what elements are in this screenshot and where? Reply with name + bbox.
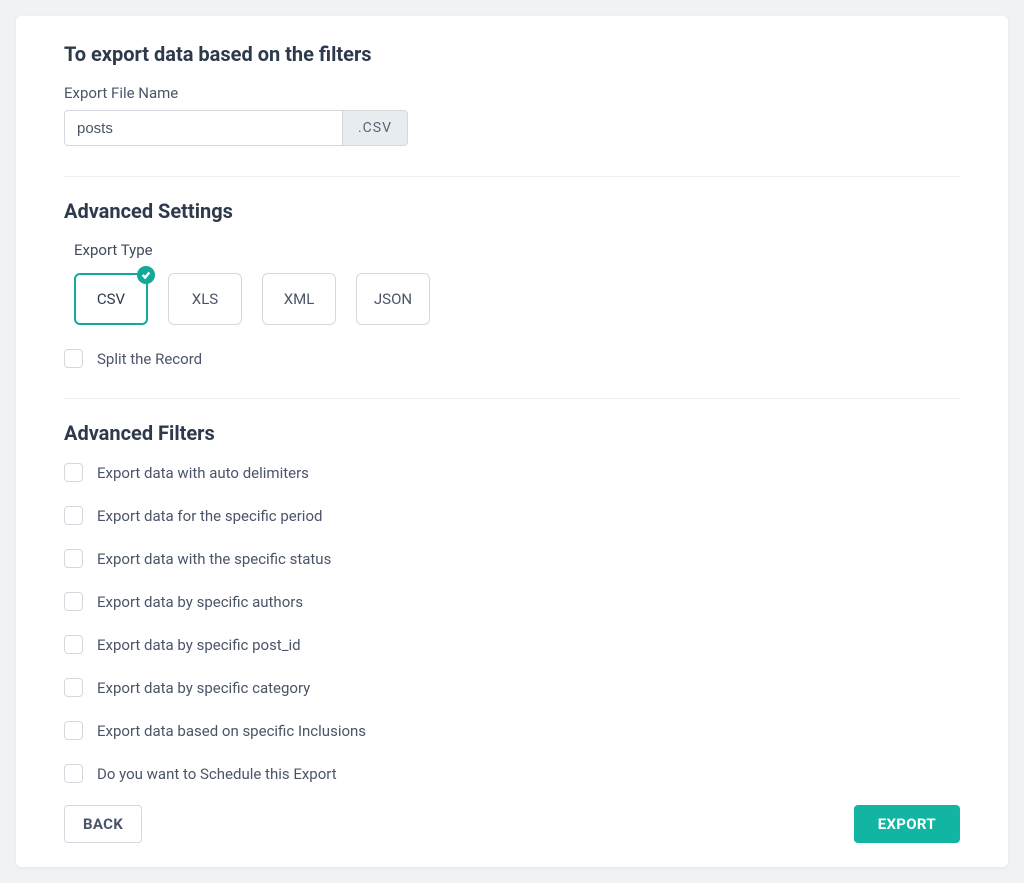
file-name-label: Export File Name xyxy=(64,84,960,102)
split-record-row: Split the Record xyxy=(64,349,960,368)
filter-label: Export data with auto delimiters xyxy=(97,464,309,482)
page-frame: To export data based on the filters Expo… xyxy=(8,8,1016,875)
filter-checkbox[interactable] xyxy=(64,721,83,740)
filters-list: Export data with auto delimiters Export d… xyxy=(64,463,960,783)
filter-checkbox[interactable] xyxy=(64,549,83,568)
file-extension-badge: .CSV xyxy=(342,110,408,146)
filter-label: Export data by specific category xyxy=(97,679,310,697)
page-title: To export data based on the filters xyxy=(64,42,960,66)
export-type-label: JSON xyxy=(374,290,412,308)
filter-label: Export data by specific post_id xyxy=(97,636,301,654)
advanced-filters-title: Advanced Filters xyxy=(64,421,960,445)
split-record-label: Split the Record xyxy=(97,350,202,368)
filter-checkbox[interactable] xyxy=(64,592,83,611)
export-type-label: Export Type xyxy=(74,241,960,259)
export-type-row: CSV XLS XML JSON xyxy=(64,273,960,325)
divider xyxy=(64,176,960,177)
divider xyxy=(64,398,960,399)
filter-row: Export data for the specific period xyxy=(64,506,960,525)
export-type-xml[interactable]: XML xyxy=(262,273,336,325)
filter-label: Do you want to Schedule this Export xyxy=(97,765,337,783)
filter-row: Export data by specific category xyxy=(64,678,960,697)
filter-checkbox[interactable] xyxy=(64,506,83,525)
filter-checkbox[interactable] xyxy=(64,635,83,654)
filter-checkbox[interactable] xyxy=(64,463,83,482)
file-name-row: .CSV xyxy=(64,110,408,146)
advanced-settings-title: Advanced Settings xyxy=(64,199,960,223)
filter-row: Do you want to Schedule this Export xyxy=(64,764,960,783)
filter-label: Export data for the specific period xyxy=(97,507,322,525)
export-button[interactable]: EXPORT xyxy=(854,805,960,843)
footer-bar: BACK EXPORT xyxy=(64,805,960,843)
filter-label: Export data with the specific status xyxy=(97,550,331,568)
export-type-xls[interactable]: XLS xyxy=(168,273,242,325)
export-type-label: XLS xyxy=(192,290,218,308)
filter-row: Export data with the specific status xyxy=(64,549,960,568)
filter-row: Export data based on specific Inclusions xyxy=(64,721,960,740)
filter-row: Export data with auto delimiters xyxy=(64,463,960,482)
export-type-json[interactable]: JSON xyxy=(356,273,430,325)
split-record-checkbox[interactable] xyxy=(64,349,83,368)
file-name-input[interactable] xyxy=(64,110,342,146)
filter-row: Export data by specific post_id xyxy=(64,635,960,654)
export-type-label: XML xyxy=(284,290,315,308)
filter-checkbox[interactable] xyxy=(64,678,83,697)
export-type-label: CSV xyxy=(97,290,125,308)
filter-label: Export data by specific authors xyxy=(97,593,303,611)
filter-label: Export data based on specific Inclusions xyxy=(97,722,366,740)
back-button[interactable]: BACK xyxy=(64,805,142,843)
filter-row: Export data by specific authors xyxy=(64,592,960,611)
check-icon xyxy=(137,266,155,284)
export-type-csv[interactable]: CSV xyxy=(74,273,148,325)
export-card: To export data based on the filters Expo… xyxy=(16,16,1008,867)
filter-checkbox[interactable] xyxy=(64,764,83,783)
